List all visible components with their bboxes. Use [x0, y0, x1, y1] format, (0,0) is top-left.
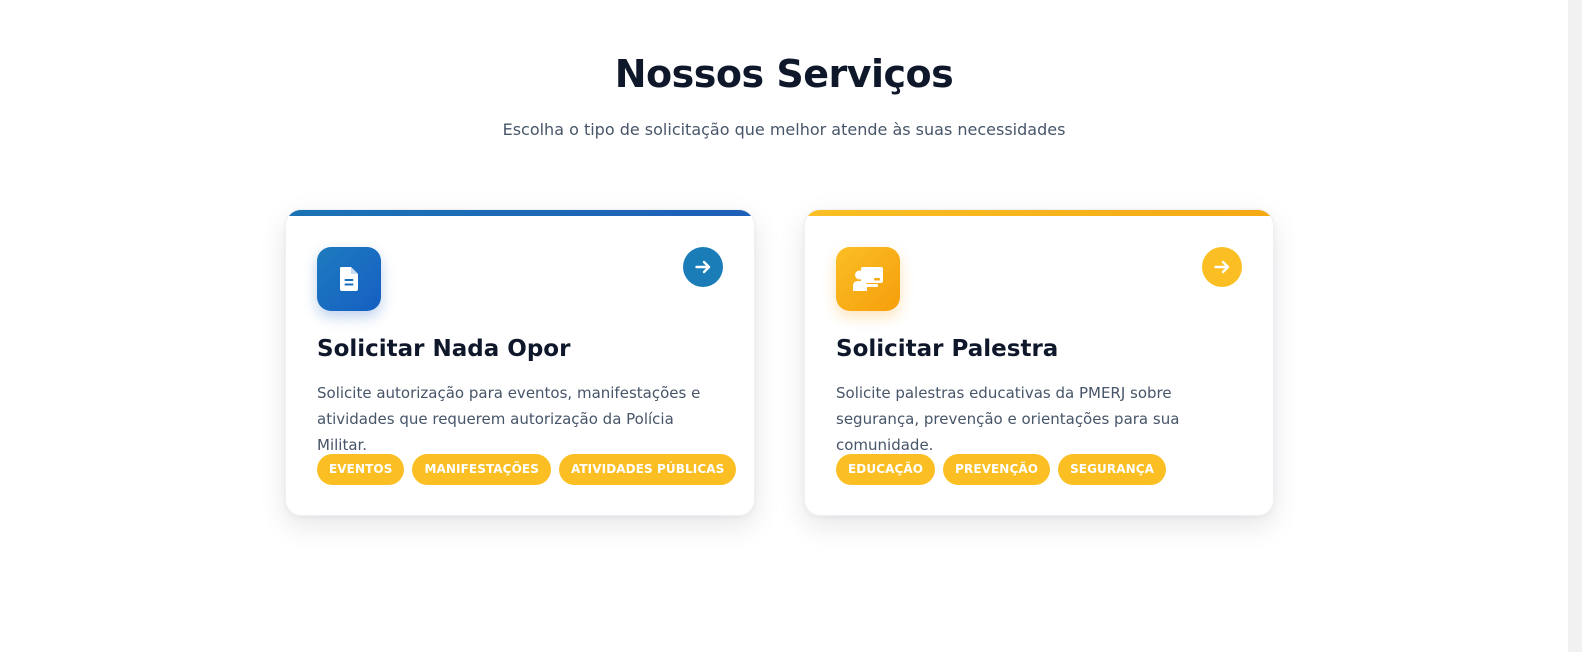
section-subtitle: Escolha o tipo de solicitação que melhor…	[502, 120, 1066, 139]
open-palestra-button[interactable]	[1202, 247, 1242, 287]
card-title: Solicitar Nada Opor	[317, 336, 571, 362]
card-title: Solicitar Palestra	[836, 336, 1059, 362]
tag-educacao: EDUCAÇÃO	[836, 454, 936, 485]
arrow-right-icon	[695, 260, 711, 274]
page-scrollbar[interactable]	[1568, 0, 1582, 652]
tag-seguranca: SEGURANÇA	[1058, 454, 1167, 485]
open-nada-opor-button[interactable]	[683, 247, 723, 287]
tag-atividades-publicas: ATIVIDADES PÚBLICAS	[558, 454, 737, 485]
arrow-right-icon	[1214, 260, 1230, 274]
teacher-board-icon	[836, 247, 900, 311]
service-card-nada-opor[interactable]: Solicitar Nada Opor Solicite autorização…	[285, 209, 755, 516]
document-icon	[317, 247, 381, 311]
card-tags: EVENTOS MANIFESTAÇÕES ATIVIDADES PÚBLICA…	[317, 454, 737, 485]
tag-prevencao: PREVENÇÃO	[943, 454, 1051, 485]
card-accent-bar	[805, 210, 1273, 216]
section-title: Nossos Serviços	[614, 52, 954, 96]
card-description: Solicite palestras educativas da PMERJ s…	[836, 384, 1180, 454]
card-tags: EDUCAÇÃO PREVENÇÃO SEGURANÇA	[836, 454, 1167, 485]
service-card-palestra[interactable]: Solicitar Palestra Solicite palestras ed…	[804, 209, 1274, 516]
card-description: Solicite autorização para eventos, manif…	[317, 384, 701, 454]
card-accent-bar	[286, 210, 754, 216]
tag-manifestacoes: MANIFESTAÇÕES	[412, 454, 551, 485]
tag-eventos: EVENTOS	[317, 454, 405, 485]
